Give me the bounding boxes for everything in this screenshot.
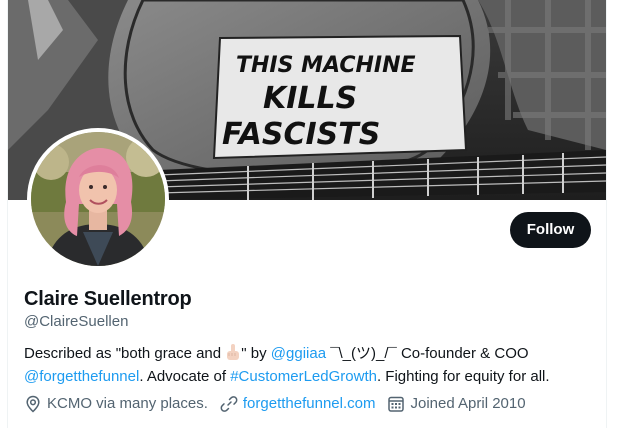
profile-card: THIS MACHINE KILLS FASCISTS Follow Clair… — [7, 0, 607, 428]
hashtag-customerledgrowth-link[interactable]: #CustomerLedGrowth — [230, 368, 377, 385]
bio-text: . Fighting for equity for all. — [376, 368, 550, 385]
sign-line-2: KILLS — [263, 81, 357, 116]
profile-location: KCMO via many places. — [24, 394, 208, 414]
profile-website: forgetthefunnel.com — [220, 394, 376, 414]
sign-line-1: THIS MACHINE — [236, 53, 416, 78]
avatar-photo — [31, 132, 165, 266]
profile-join-date: Joined April 2010 — [387, 394, 526, 414]
joined-text: Joined April 2010 — [410, 395, 526, 412]
location-pin-icon — [24, 395, 42, 413]
bio-text: . Advocate of — [139, 368, 231, 385]
website-link[interactable]: forgetthefunnel.com — [243, 394, 376, 414]
mention-forgetthefunnel-link[interactable]: @forgetthefunnel — [24, 368, 139, 385]
bio-text: " by — [241, 345, 271, 362]
bio-text: ¯\_(ツ)_/¯ Co-founder & COO — [326, 345, 529, 362]
bio-line-1: Described as "both grace and " by @ggiia… — [24, 343, 604, 367]
page: THIS MACHINE KILLS FASCISTS Follow Clair… — [0, 0, 618, 428]
banner-sign: THIS MACHINE KILLS FASCISTS — [212, 34, 468, 160]
mention-ggiiaa-link[interactable]: @ggiiaa — [271, 345, 326, 362]
middle-finger-emoji-icon — [226, 343, 240, 367]
link-icon — [220, 395, 238, 413]
location-text: KCMO via many places. — [47, 395, 208, 412]
bio-text: Described as "both grace and — [24, 345, 226, 362]
profile-display-name: Claire Suellentrop — [24, 288, 192, 310]
follow-button[interactable]: Follow — [510, 212, 591, 248]
profile-handle: @ClaireSuellen — [24, 313, 129, 330]
sign-line-3: FASCISTS — [222, 117, 380, 152]
bio-line-2: @forgetthefunnel. Advocate of #CustomerL… — [24, 367, 604, 387]
profile-avatar[interactable] — [27, 128, 169, 270]
calendar-icon — [387, 395, 405, 413]
profile-bio: Described as "both grace and " by @ggiia… — [24, 343, 604, 387]
profile-meta-row: KCMO via many places. forgetthefunnel.co… — [24, 394, 538, 414]
